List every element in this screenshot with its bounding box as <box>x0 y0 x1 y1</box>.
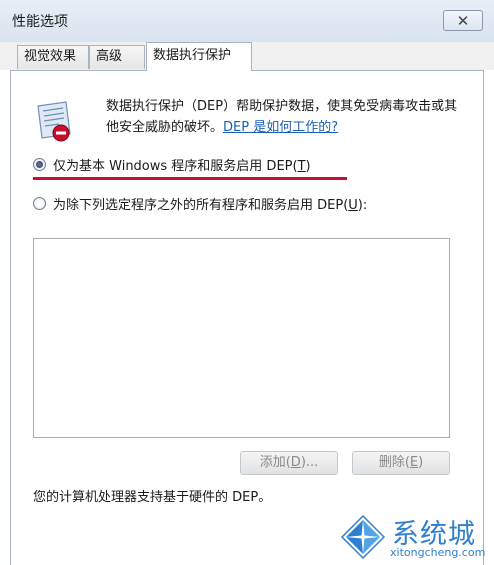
add-button[interactable]: 添加(D)... <box>240 451 338 475</box>
close-icon: ✕ <box>456 11 470 30</box>
tab-visual-effects[interactable]: 视觉效果 <box>17 45 89 69</box>
window-title: 性能选项 <box>12 14 68 30</box>
option-all-except[interactable]: 为除下列选定程序之外的所有程序和服务启用 DEP(U): <box>33 194 367 213</box>
watermark-subtitle: xitongcheng.com <box>390 546 486 559</box>
highlight-underline <box>33 177 347 180</box>
tab-advanced[interactable]: 高级 <box>89 45 145 69</box>
tab-label: 高级 <box>96 49 123 64</box>
tab-label: 视觉效果 <box>24 49 77 64</box>
windows-logo-icon <box>340 514 386 560</box>
radio-essential-only[interactable] <box>33 158 46 171</box>
option-label: 仅为基本 Windows 程序和服务启用 DEP(T) <box>53 159 311 174</box>
dep-help-link[interactable]: DEP 是如何工作的? <box>223 120 338 135</box>
remove-button[interactable]: 删除(E) <box>352 451 450 475</box>
close-button[interactable]: ✕ <box>443 10 483 31</box>
watermark: 系统城 xitongcheng.com <box>340 512 490 562</box>
dep-description: 数据执行保护（DEP）帮助保护数据，使其免受病毒攻击或其他安全威胁的破坏。DEP… <box>106 96 466 138</box>
hardware-dep-status: 您的计算机处理器支持基于硬件的 DEP。 <box>33 490 272 505</box>
dep-shield-icon <box>37 101 71 142</box>
radio-all-except[interactable] <box>33 197 46 210</box>
tab-label: 数据执行保护 <box>153 48 232 63</box>
option-essential-only[interactable]: 仅为基本 Windows 程序和服务启用 DEP(T) <box>33 155 311 174</box>
program-list[interactable] <box>33 238 450 438</box>
title-bar: 性能选项 ✕ <box>0 0 494 43</box>
tab-dep[interactable]: 数据执行保护 <box>146 42 252 71</box>
option-label: 为除下列选定程序之外的所有程序和服务启用 DEP(U): <box>53 198 368 213</box>
radio-selected-dot <box>36 161 43 168</box>
